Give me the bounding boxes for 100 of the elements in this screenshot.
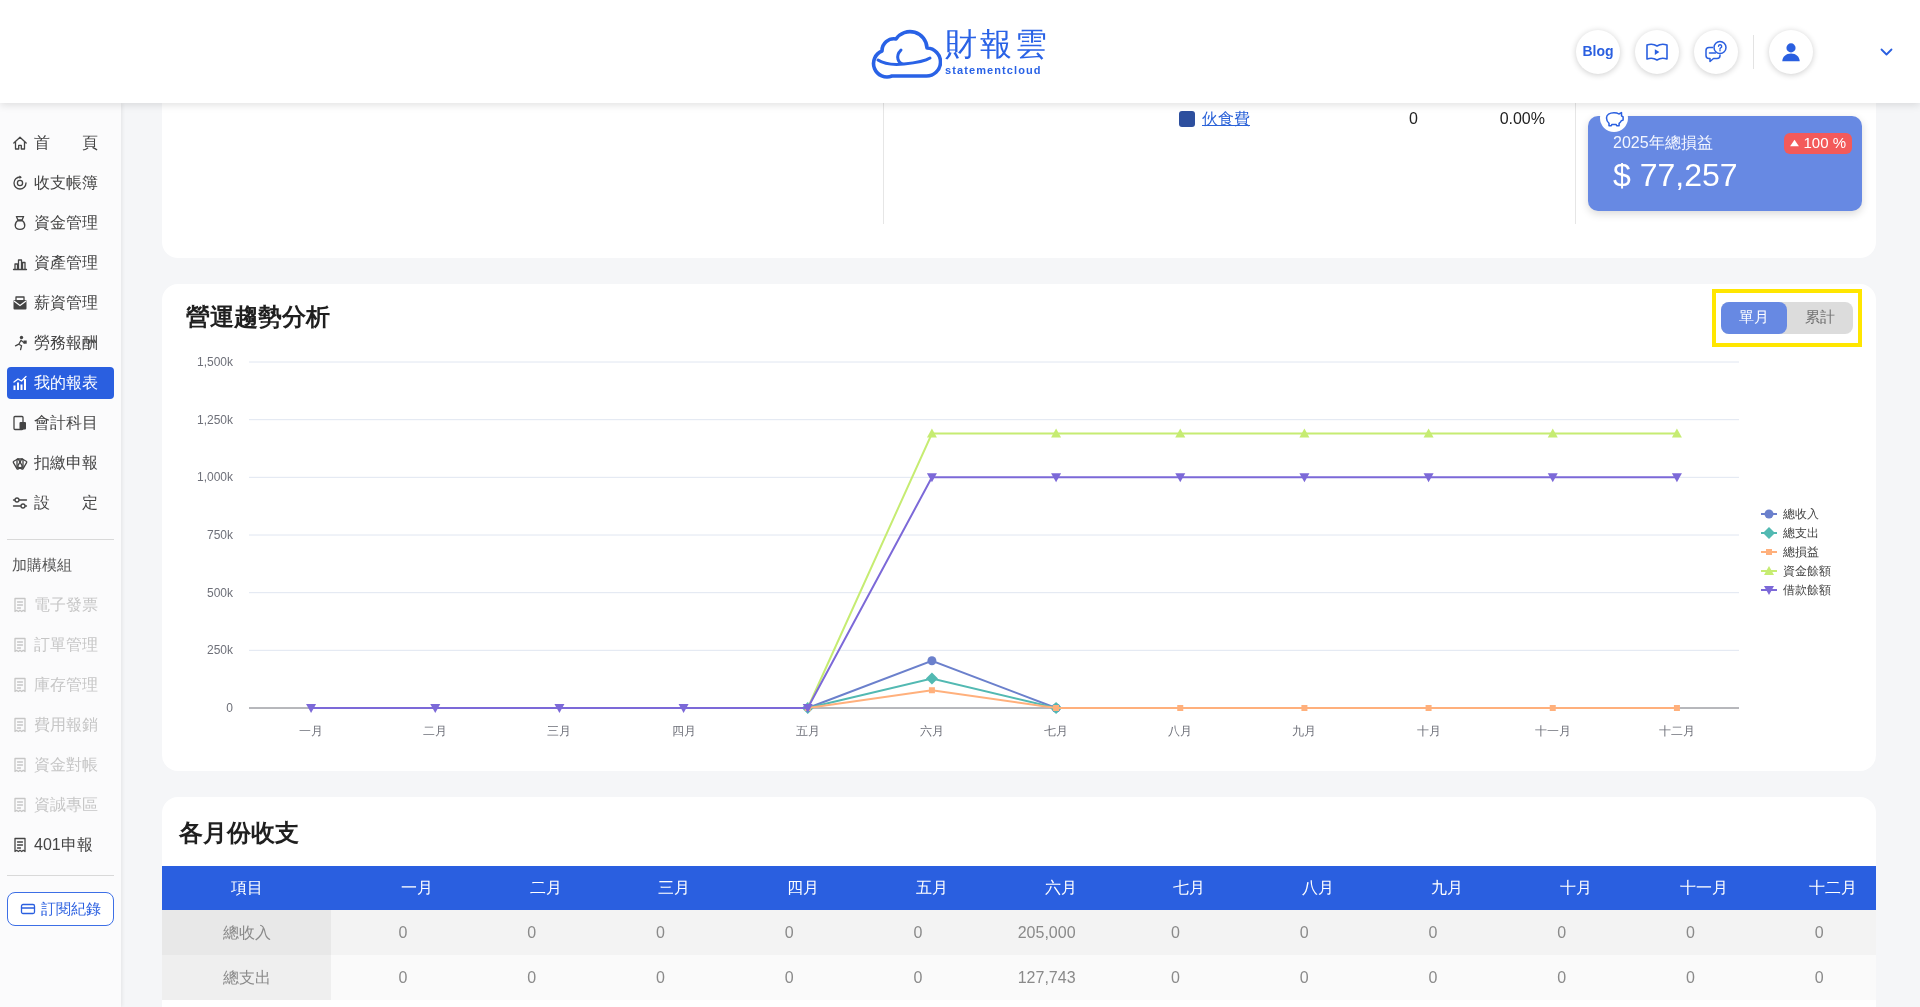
house-icon <box>12 135 28 151</box>
row-header: 總支出 <box>162 955 331 1000</box>
table-cell: 0 <box>331 955 460 1000</box>
category-link[interactable]: 伙食費 <box>1202 107 1409 131</box>
profit-value: $ 77,257 <box>1613 156 1739 195</box>
sidebar-item[interactable]: 收支帳簿 <box>7 167 114 199</box>
help-button[interactable] <box>1694 29 1738 74</box>
row-header: 總收入 <box>162 910 331 955</box>
column-header: 四月 <box>717 866 846 910</box>
sidebar-item[interactable]: 薪資管理 <box>7 287 114 319</box>
toggle-option[interactable]: 單月 <box>1721 301 1787 334</box>
table-cell: 0 <box>846 910 975 955</box>
avatar-button[interactable] <box>1769 29 1813 74</box>
column-header: 一月 <box>331 866 460 910</box>
legend-label: 總損益 <box>1783 545 1819 559</box>
column-header: 五月 <box>846 866 975 910</box>
column-header: 六月 <box>974 866 1104 910</box>
column-header: 十二月 <box>1747 866 1876 910</box>
y-tick-label: 750k <box>206 528 233 542</box>
x-tick-label: 五月 <box>795 724 820 738</box>
legend-marker-icon <box>1760 549 1778 555</box>
sidebar-item[interactable]: 扣繳申報 <box>7 447 114 479</box>
legend-label: 總支出 <box>1783 526 1819 540</box>
column-header: 二月 <box>459 866 589 910</box>
card-title: 2025年總損益 <box>1613 133 1713 153</box>
column-header: 三月 <box>588 866 718 910</box>
x-tick-label: 十二月 <box>1658 724 1695 738</box>
receipt-icon <box>12 677 28 693</box>
change-text: 100 % <box>1803 132 1846 153</box>
sidebar-item[interactable]: 首 頁 <box>7 127 114 159</box>
x-tick-label: 三月 <box>547 724 572 738</box>
blog-button[interactable]: Blog <box>1576 29 1620 74</box>
table-cell: 0 <box>717 955 846 1000</box>
legend-label: 總收入 <box>1783 507 1819 521</box>
coin-cycle-icon <box>12 175 28 191</box>
sidebar-item[interactable]: 勞務報酬 <box>7 327 114 359</box>
section-title: 營運趨勢分析 <box>185 303 330 332</box>
chevron-down-icon[interactable] <box>1880 47 1893 56</box>
logo-title: 財報雲 <box>945 26 1050 62</box>
x-tick-label: 十月 <box>1416 724 1441 738</box>
x-tick-label: 七月 <box>1044 724 1069 738</box>
money-bag-icon <box>12 215 28 231</box>
x-tick-label: 八月 <box>1168 724 1193 738</box>
table-cell: 0 <box>459 910 589 955</box>
table-cell: 0 <box>1361 910 1490 955</box>
legend-marker-icon <box>1760 527 1778 539</box>
sidebar-item[interactable]: 資金管理 <box>7 207 114 239</box>
sidebar-item[interactable]: 設 定 <box>7 487 114 519</box>
table-cell: 0 <box>1361 955 1490 1000</box>
table-cell: 0 <box>1232 955 1361 1000</box>
x-tick-label: 二月 <box>423 724 448 738</box>
column-header: 十月 <box>1489 866 1619 910</box>
table-cell: 0 <box>588 955 718 1000</box>
sidebar-item[interactable]: 401申報 <box>7 829 114 861</box>
table-cell: 0 <box>1232 910 1361 955</box>
column-header: 九月 <box>1361 866 1490 910</box>
table-cell: 205,000 <box>974 910 1104 955</box>
section-title: 各月份收支 <box>178 818 300 848</box>
column-header: 十一月 <box>1618 866 1748 910</box>
section-heading: 加購模組 <box>11 555 73 575</box>
ticket-icon <box>20 901 36 917</box>
sidebar-item[interactable]: 資產管理 <box>7 247 114 279</box>
receipt-icon <box>12 717 28 733</box>
table-cell: 0 <box>1489 955 1619 1000</box>
user-silhouette-icon <box>1780 40 1802 63</box>
table-cell: 127,743 <box>974 955 1104 1000</box>
documents-icon <box>12 415 28 431</box>
x-tick-label: 九月 <box>1292 724 1317 738</box>
y-tick-label: 1,250k <box>196 412 233 427</box>
receipt-icon <box>12 797 28 813</box>
x-tick-label: 四月 <box>671 724 696 738</box>
table-cell: 0 <box>846 955 975 1000</box>
amount-text: 0 <box>1409 109 1419 129</box>
legend-marker-icon <box>1760 509 1778 519</box>
toggle-option[interactable]: 累計 <box>1787 301 1853 334</box>
legend-label: 借款餘額 <box>1783 583 1831 597</box>
table-cell: 0 <box>459 955 589 1000</box>
video-guide-button[interactable] <box>1635 29 1679 74</box>
logo-subtitle: statementcloud <box>945 64 1042 77</box>
table-cell: 0 <box>331 910 460 955</box>
table-cell: 0 <box>1103 955 1233 1000</box>
receipt-icon <box>12 637 28 653</box>
table-cell: 0 <box>1618 910 1748 955</box>
table-cell: 0 <box>1489 910 1619 955</box>
table-cell: 0 <box>1618 955 1748 1000</box>
table-cell: 0 <box>588 910 718 955</box>
bar-chart-icon <box>12 375 28 391</box>
x-tick-label: 一月 <box>299 724 324 738</box>
x-tick-label: 六月 <box>919 724 944 738</box>
envelope-icon <box>12 295 28 311</box>
x-tick-label: 十一月 <box>1534 724 1571 738</box>
receipt-icon <box>12 837 28 853</box>
table-cell: 0 <box>717 910 846 955</box>
subscription-button[interactable]: 訂閱紀錄 <box>7 892 114 926</box>
column-header: 七月 <box>1103 866 1233 910</box>
sidebar-item[interactable]: 我的報表 <box>7 367 114 399</box>
sidebar-item[interactable]: 會計科目 <box>7 407 114 439</box>
receipt-icon <box>12 757 28 773</box>
legend-marker-icon <box>1760 586 1778 595</box>
running-person-icon <box>12 335 28 351</box>
